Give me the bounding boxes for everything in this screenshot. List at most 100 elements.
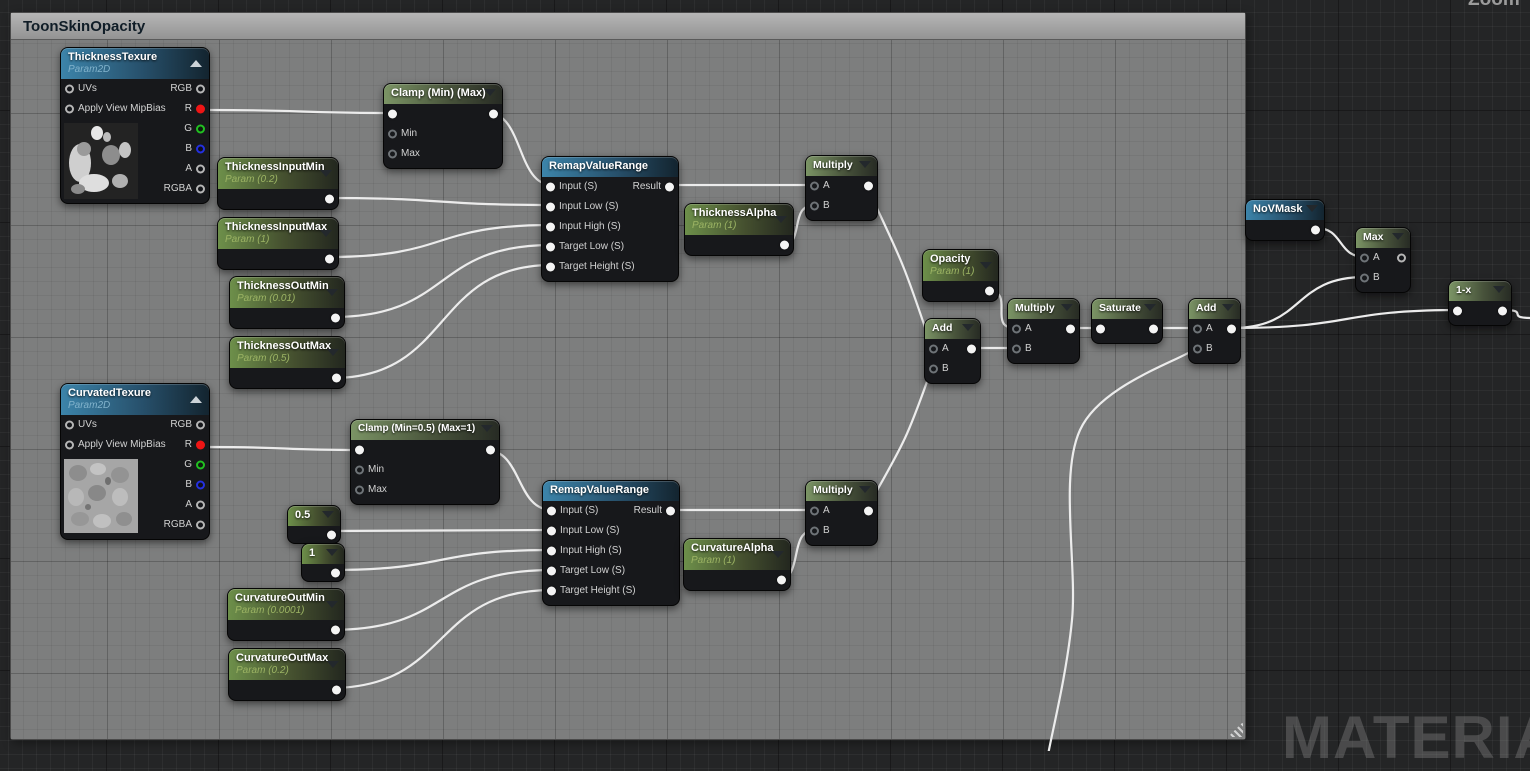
- node-opacity-param[interactable]: OpacityParam (1): [922, 249, 999, 302]
- chevron-down-icon[interactable]: [775, 216, 787, 223]
- output-pin[interactable]: [1498, 307, 1507, 316]
- output-pin[interactable]: [331, 568, 340, 577]
- chevron-down-icon[interactable]: [859, 486, 871, 493]
- input-pin[interactable]: [355, 446, 364, 455]
- output-pin[interactable]: [332, 686, 341, 695]
- chevron-down-icon[interactable]: [1493, 286, 1505, 293]
- chevron-down-icon[interactable]: [1144, 304, 1156, 311]
- output-pin[interactable]: [325, 195, 334, 204]
- input-pin[interactable]: [546, 183, 555, 192]
- output-pin[interactable]: [1311, 226, 1320, 235]
- output-pin[interactable]: [196, 521, 205, 530]
- node-curvature-alpha[interactable]: CurvatureAlphaParam (1): [683, 538, 791, 591]
- output-pin[interactable]: [666, 507, 675, 516]
- input-pin[interactable]: [65, 105, 74, 114]
- input-pin[interactable]: [388, 150, 397, 159]
- node-clamp-thickness[interactable]: Clamp (Min) (Max)MinMax: [383, 83, 503, 169]
- input-pin[interactable]: [1012, 325, 1021, 334]
- chevron-down-icon[interactable]: [327, 661, 339, 668]
- input-pin[interactable]: [1360, 274, 1369, 283]
- output-pin[interactable]: [864, 182, 873, 191]
- input-pin[interactable]: [65, 421, 74, 430]
- collapse-icon[interactable]: [190, 60, 202, 67]
- input-pin[interactable]: [1360, 254, 1369, 263]
- chevron-down-icon[interactable]: [1392, 233, 1404, 240]
- node-thickness-alpha[interactable]: ThicknessAlphaParam (1): [684, 203, 794, 256]
- output-pin[interactable]: [665, 183, 674, 192]
- node-saturate[interactable]: Saturate: [1091, 298, 1163, 344]
- chevron-down-icon[interactable]: [962, 324, 974, 331]
- input-pin[interactable]: [546, 203, 555, 212]
- node-add-final[interactable]: AddAB: [1188, 298, 1241, 364]
- input-pin[interactable]: [810, 527, 819, 536]
- output-pin[interactable]: [331, 314, 340, 323]
- chevron-down-icon[interactable]: [1222, 304, 1234, 311]
- input-pin[interactable]: [1096, 325, 1105, 334]
- node-multiply-opacity[interactable]: MultiplyAB: [1007, 298, 1080, 364]
- output-pin[interactable]: [196, 421, 205, 430]
- node-thickness-input-max[interactable]: ThicknessInputMaxParam (1): [217, 217, 339, 270]
- chevron-down-icon[interactable]: [320, 170, 332, 177]
- output-pin[interactable]: [780, 241, 789, 250]
- output-pin[interactable]: [196, 85, 205, 94]
- input-pin[interactable]: [810, 507, 819, 516]
- output-pin[interactable]: [486, 446, 495, 455]
- chevron-down-icon[interactable]: [326, 289, 338, 296]
- output-pin[interactable]: [1149, 325, 1158, 334]
- node-add-combine[interactable]: AddAB: [924, 318, 981, 384]
- node-max[interactable]: MaxAB: [1355, 227, 1411, 293]
- chevron-down-icon[interactable]: [481, 425, 493, 432]
- chevron-down-icon[interactable]: [326, 549, 338, 556]
- output-pin[interactable]: [196, 501, 205, 510]
- input-pin[interactable]: [546, 263, 555, 272]
- output-pin[interactable]: [196, 481, 205, 490]
- output-pin[interactable]: [196, 461, 205, 470]
- output-pin[interactable]: [196, 185, 205, 194]
- input-pin[interactable]: [547, 507, 556, 516]
- chevron-down-icon[interactable]: [1061, 304, 1073, 311]
- input-pin[interactable]: [1453, 307, 1462, 316]
- output-pin[interactable]: [196, 105, 205, 114]
- output-pin[interactable]: [967, 345, 976, 354]
- output-pin[interactable]: [196, 125, 205, 134]
- node-clamp-curvature[interactable]: Clamp (Min=0.5) (Max=1)MinMax: [350, 419, 500, 505]
- chevron-down-icon[interactable]: [320, 230, 332, 237]
- output-pin[interactable]: [327, 530, 336, 539]
- node-thickness-out-max[interactable]: ThicknessOutMaxParam (0.5): [229, 336, 346, 389]
- node-const-0-5[interactable]: 0.5: [287, 505, 341, 544]
- input-pin[interactable]: [388, 110, 397, 119]
- input-pin[interactable]: [65, 85, 74, 94]
- chevron-down-icon[interactable]: [980, 262, 992, 269]
- chevron-down-icon[interactable]: [326, 601, 338, 608]
- node-remap-value-range-thickness[interactable]: RemapValueRangeInput (S)ResultInput Low …: [541, 156, 679, 282]
- node-curvated-texture[interactable]: CurvatedTexureParam2DUVsRGBApply View Mi…: [60, 383, 210, 540]
- chevron-down-icon[interactable]: [327, 349, 339, 356]
- input-pin[interactable]: [1193, 325, 1202, 334]
- chevron-down-icon[interactable]: [484, 89, 496, 96]
- node-thickness-input-min[interactable]: ThicknessInputMinParam (0.2): [217, 157, 339, 210]
- input-pin[interactable]: [65, 441, 74, 450]
- input-pin[interactable]: [929, 345, 938, 354]
- input-pin[interactable]: [1012, 345, 1021, 354]
- chevron-down-icon[interactable]: [859, 161, 871, 168]
- output-pin[interactable]: [196, 145, 205, 154]
- input-pin[interactable]: [546, 223, 555, 232]
- node-curvature-out-min[interactable]: CurvatureOutMinParam (0.0001): [227, 588, 345, 641]
- output-pin[interactable]: [332, 374, 341, 383]
- node-multiply-curvature[interactable]: MultiplyAB: [805, 480, 878, 546]
- node-thickness-texture[interactable]: ThicknessTexureParam2DUVsRGBApply View M…: [60, 47, 210, 204]
- output-pin[interactable]: [1397, 254, 1406, 263]
- input-pin[interactable]: [355, 486, 364, 495]
- node-const-1[interactable]: 1: [301, 543, 345, 582]
- node-novmask[interactable]: NoVMask: [1245, 199, 1325, 241]
- input-pin[interactable]: [1193, 345, 1202, 354]
- output-pin[interactable]: [196, 165, 205, 174]
- output-pin[interactable]: [777, 576, 786, 585]
- output-pin[interactable]: [1227, 325, 1236, 334]
- input-pin[interactable]: [810, 182, 819, 191]
- node-thickness-out-min[interactable]: ThicknessOutMinParam (0.01): [229, 276, 345, 329]
- output-pin[interactable]: [325, 255, 334, 264]
- input-pin[interactable]: [810, 202, 819, 211]
- collapse-icon[interactable]: [190, 396, 202, 403]
- input-pin[interactable]: [547, 587, 556, 596]
